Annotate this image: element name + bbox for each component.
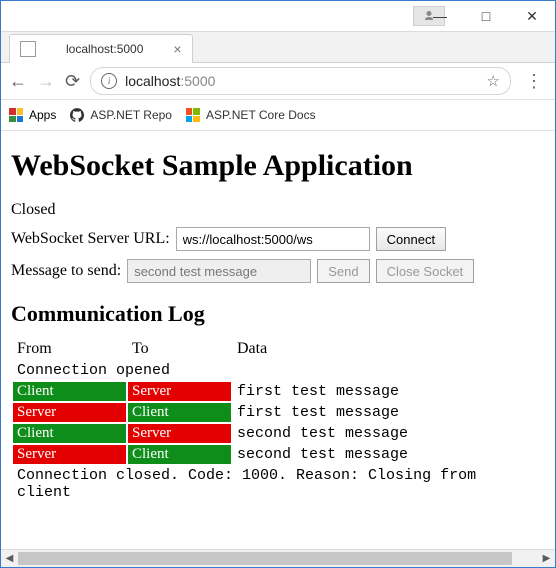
- col-from: From: [13, 339, 126, 359]
- page-content: WebSocket Sample Application Closed WebS…: [1, 131, 555, 549]
- log-row: ClientServersecond test message: [13, 424, 543, 443]
- log-cell-to: Client: [128, 403, 231, 422]
- log-row: ServerClientsecond test message: [13, 445, 543, 464]
- scroll-thumb[interactable]: [18, 552, 512, 565]
- scroll-left-icon[interactable]: ◀: [1, 550, 18, 567]
- address-bar[interactable]: i localhost:5000 ☆: [90, 67, 511, 95]
- log-cell-to: Server: [128, 424, 231, 443]
- log-cell-data: second test message: [233, 424, 543, 443]
- url-text: localhost:5000: [125, 73, 215, 89]
- favicon-icon: [20, 41, 36, 57]
- apps-icon: [9, 108, 23, 122]
- log-cell-from: Client: [13, 424, 126, 443]
- log-cell-to: Client: [128, 445, 231, 464]
- log-heading: Communication Log: [11, 301, 545, 327]
- reload-button[interactable]: ⟳: [65, 71, 80, 92]
- ws-url-label: WebSocket Server URL:: [11, 230, 170, 248]
- ws-url-row: WebSocket Server URL: Connect: [11, 227, 545, 251]
- log-cell-data: first test message: [233, 382, 543, 401]
- log-cell-from: Server: [13, 445, 126, 464]
- scroll-right-icon[interactable]: ▶: [538, 550, 555, 567]
- apps-label: Apps: [29, 108, 56, 122]
- close-tab-button[interactable]: ×: [173, 42, 181, 56]
- bookmark-star-icon[interactable]: ☆: [487, 72, 500, 90]
- connect-button[interactable]: Connect: [376, 227, 446, 251]
- log-cell-data: second test message: [233, 445, 543, 464]
- bookmarks-bar: Apps ASP.NET Repo ASP.NET Core Docs: [1, 100, 555, 131]
- close-socket-button[interactable]: Close Socket: [376, 259, 475, 283]
- log-header-row: From To Data: [13, 339, 543, 359]
- message-row: Message to send: Send Close Socket: [11, 259, 545, 283]
- close-window-button[interactable]: ✕: [509, 1, 555, 31]
- titlebar: — □ ✕: [1, 1, 555, 32]
- log-cell-from: Server: [13, 403, 126, 422]
- log-cell-data: first test message: [233, 403, 543, 422]
- horizontal-scrollbar[interactable]: ◀ ▶: [1, 549, 555, 567]
- state-label: Closed: [11, 201, 545, 219]
- ws-url-input[interactable]: [176, 227, 370, 251]
- browser-window: — □ ✕ localhost:5000 × ← → ⟳ i localhost…: [0, 0, 556, 568]
- back-button[interactable]: ←: [9, 71, 27, 92]
- log-cell-to: Server: [128, 382, 231, 401]
- col-to: To: [128, 339, 231, 359]
- log-table: From To Data Connection openedClientServ…: [11, 337, 545, 504]
- window-controls: — □ ✕: [417, 1, 555, 31]
- log-cell-from: Client: [13, 382, 126, 401]
- bookmark-label: ASP.NET Repo: [90, 108, 172, 122]
- page-title: WebSocket Sample Application: [11, 149, 545, 183]
- bookmark-aspnet-repo[interactable]: ASP.NET Repo: [70, 108, 172, 122]
- forward-button: →: [37, 71, 55, 92]
- maximize-button[interactable]: □: [463, 1, 509, 31]
- browser-tab[interactable]: localhost:5000 ×: [9, 34, 193, 63]
- log-row: ClientServerfirst test message: [13, 382, 543, 401]
- minimize-button[interactable]: —: [417, 1, 463, 31]
- scroll-track[interactable]: [18, 550, 538, 567]
- log-info: Connection opened: [13, 361, 543, 380]
- bookmark-aspnet-core-docs[interactable]: ASP.NET Core Docs: [186, 108, 316, 122]
- bookmark-label: ASP.NET Core Docs: [206, 108, 316, 122]
- log-info: Connection closed. Code: 1000. Reason: C…: [13, 466, 543, 502]
- log-row: Connection opened: [13, 361, 543, 380]
- apps-shortcut[interactable]: Apps: [9, 108, 56, 122]
- microsoft-icon: [186, 108, 200, 122]
- col-data: Data: [233, 339, 543, 359]
- tab-title: localhost:5000: [66, 42, 143, 56]
- menu-button[interactable]: ⋮: [521, 71, 547, 92]
- tab-strip: localhost:5000 ×: [1, 32, 555, 63]
- site-info-icon[interactable]: i: [101, 73, 117, 89]
- log-row: Connection closed. Code: 1000. Reason: C…: [13, 466, 543, 502]
- toolbar: ← → ⟳ i localhost:5000 ☆ ⋮: [1, 63, 555, 100]
- log-row: ServerClientfirst test message: [13, 403, 543, 422]
- github-icon: [70, 108, 84, 122]
- send-button[interactable]: Send: [317, 259, 369, 283]
- message-input[interactable]: [127, 259, 311, 283]
- message-label: Message to send:: [11, 262, 121, 280]
